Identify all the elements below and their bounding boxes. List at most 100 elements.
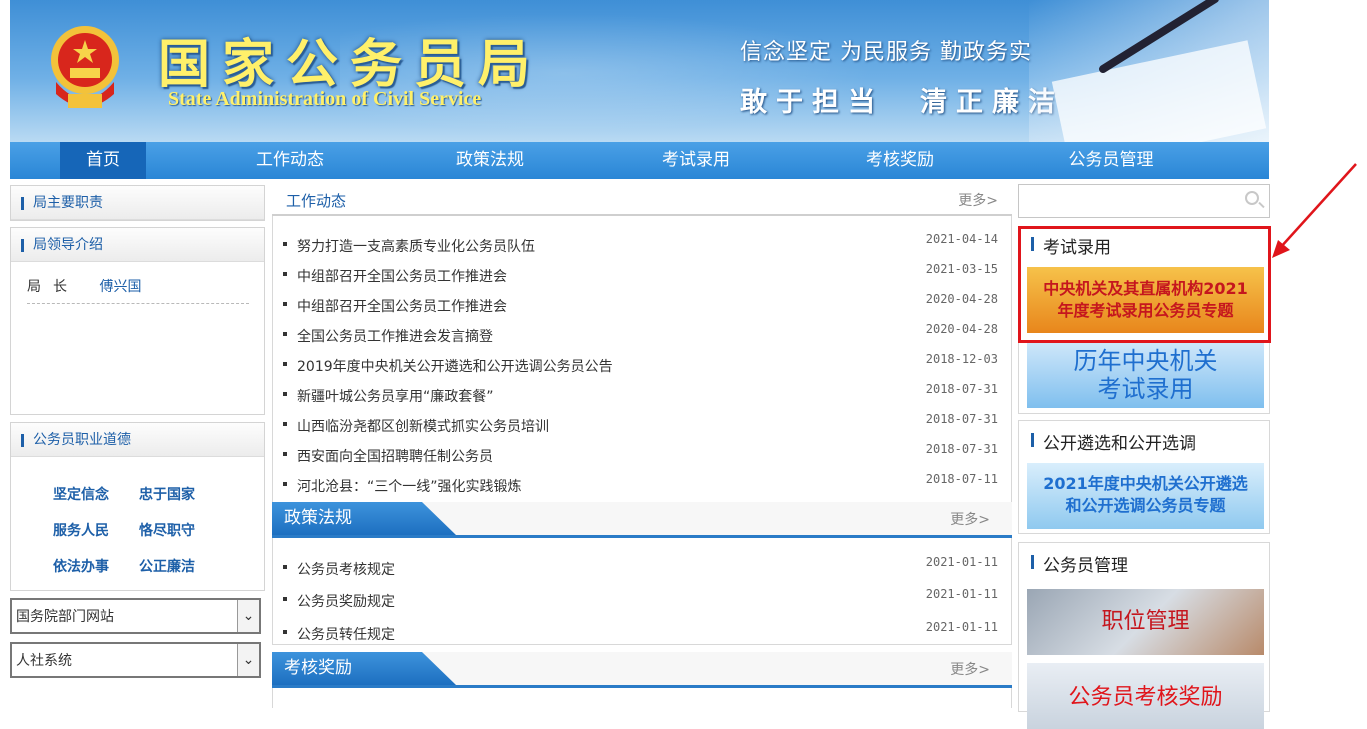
leader-row: 局长 傅兴国	[27, 276, 249, 304]
bullet-icon	[283, 362, 287, 366]
news-title[interactable]: 山西临汾尧都区创新模式抓实公务员培训	[297, 416, 549, 436]
news-title[interactable]: 2019年度中央机关公开遴选和公开选调公务员公告	[297, 356, 613, 376]
ethics-heading[interactable]: 公务员职业道德	[11, 423, 264, 457]
ministry-sites-select[interactable]: 国务院部门网站 ⌄	[10, 598, 261, 634]
bullet-icon	[283, 272, 287, 276]
list-item[interactable]: 公务员考核规定 2021-01-11	[283, 555, 1003, 581]
nav-home[interactable]: 首页	[60, 142, 146, 179]
chevron-down-icon[interactable]: ⌄	[237, 644, 259, 676]
duties-heading[interactable]: 局主要职责	[11, 186, 264, 220]
work-news-header: 工作动态 更多>	[272, 186, 1012, 216]
news-date: 2018-07-31	[925, 442, 998, 456]
assess-more-link[interactable]: 更多>	[950, 659, 990, 679]
news-date: 2018-07-31	[925, 412, 998, 426]
search-input[interactable]	[1018, 184, 1270, 218]
news-date: 2018-07-31	[925, 382, 998, 396]
nav-work-news[interactable]: 工作动态	[240, 142, 340, 179]
leaders-box: 局领导介绍 局长 傅兴国	[10, 227, 265, 415]
news-title[interactable]: 中组部召开全国公务员工作推进会	[297, 296, 507, 316]
list-item[interactable]: 西安面向全国招聘聘任制公务员 2018-07-31	[283, 442, 1003, 468]
hr-system-value: 人社系统	[16, 653, 72, 669]
search-icon[interactable]	[1245, 191, 1259, 205]
nav-policy[interactable]: 政策法规	[440, 142, 540, 179]
bullet-icon	[283, 452, 287, 456]
leader-name-link[interactable]: 傅兴国	[99, 279, 141, 295]
selection-box: 公开遴选和公开选调 2021年度中央机关公开遴选 和公开选调公务员专题	[1018, 420, 1270, 534]
hr-system-select[interactable]: 人社系统 ⌄	[10, 642, 261, 678]
news-date: 2021-04-14	[925, 232, 998, 246]
ministry-sites-value: 国务院部门网站	[16, 609, 114, 625]
bullet-icon	[283, 392, 287, 396]
list-item[interactable]: 河北沧县：“三个一线”强化实践锻炼 2018-07-11	[283, 472, 1003, 498]
management-heading[interactable]: 公务员管理	[1031, 551, 1128, 576]
selection-banner-line1: 2021年度中央机关公开遴选	[1043, 474, 1248, 493]
news-date: 2021-03-15	[925, 262, 998, 276]
bullet-icon	[283, 630, 287, 634]
writing-hand-image	[1029, 0, 1269, 142]
list-item[interactable]: 努力打造一支高素质专业化公务员队伍 2021-04-14	[283, 232, 1003, 258]
news-title[interactable]: 公务员考核规定	[297, 559, 395, 579]
past-exam-banner[interactable]: 历年中央机关 考试录用	[1027, 342, 1264, 408]
news-title[interactable]: 公务员奖励规定	[297, 591, 395, 611]
assessment-reward-banner[interactable]: 公务员考核奖励	[1027, 663, 1264, 729]
past-exam-banner-line2: 考试录用	[1097, 375, 1194, 403]
leader-position: 局长	[27, 279, 79, 295]
ethics-item: 恪尽职守	[139, 523, 195, 539]
ethics-item: 坚定信念	[53, 487, 109, 503]
news-title[interactable]: 新疆叶城公务员享用“廉政套餐”	[297, 386, 494, 406]
news-title[interactable]: 努力打造一支高素质专业化公务员队伍	[297, 236, 535, 256]
national-emblem-icon[interactable]	[48, 20, 122, 116]
nav-civil-servant-mgmt[interactable]: 公务员管理	[1056, 142, 1166, 179]
list-item[interactable]: 公务员奖励规定 2021-01-11	[283, 587, 1003, 613]
management-box: 公务员管理 职位管理 公务员考核奖励	[1018, 542, 1270, 729]
selection-heading[interactable]: 公开遴选和公开选调	[1031, 429, 1196, 454]
position-mgmt-banner[interactable]: 职位管理	[1027, 589, 1264, 655]
list-item[interactable]: 全国公务员工作推进会发言摘登 2020-04-28	[283, 322, 1003, 348]
selection-banner-line2: 和公开选调公务员专题	[1065, 496, 1226, 515]
policy-more-link[interactable]: 更多>	[950, 509, 990, 529]
red-arrow-icon	[1272, 163, 1357, 258]
list-item[interactable]: 中组部召开全国公务员工作推进会 2020-04-28	[283, 292, 1003, 318]
assess-frame	[272, 686, 1012, 708]
bullet-icon	[283, 422, 287, 426]
news-title[interactable]: 西安面向全国招聘聘任制公务员	[297, 446, 493, 466]
nav-exam[interactable]: 考试录用	[646, 142, 746, 179]
ethics-item: 服务人民	[53, 523, 109, 539]
news-date: 2018-07-11	[925, 472, 998, 486]
bullet-icon	[283, 565, 287, 569]
bullet-icon	[283, 242, 287, 246]
list-item[interactable]: 山西临汾尧都区创新模式抓实公务员培训 2018-07-31	[283, 412, 1003, 438]
policy-tab[interactable]: 政策法规	[272, 502, 456, 535]
slogan-line-1: 信念坚定 为民服务 勤政务实	[740, 40, 1032, 65]
chevron-down-icon[interactable]: ⌄	[237, 600, 259, 632]
news-title[interactable]: 全国公务员工作推进会发言摘登	[297, 326, 493, 346]
selection-2021-banner[interactable]: 2021年度中央机关公开遴选 和公开选调公务员专题	[1027, 463, 1264, 529]
main-nav: 首页 工作动态 政策法规 考试录用 考核奖励 公务员管理	[10, 142, 1269, 179]
leaders-heading[interactable]: 局领导介绍	[11, 228, 264, 262]
list-item[interactable]: 2019年度中央机关公开遴选和公开选调公务员公告 2018-12-03	[283, 352, 1003, 378]
duties-box: 局主要职责	[10, 185, 265, 221]
bullet-icon	[283, 302, 287, 306]
news-title[interactable]: 公务员转任规定	[297, 624, 395, 644]
list-item[interactable]: 中组部召开全国公务员工作推进会 2021-03-15	[283, 262, 1003, 288]
news-date: 2021-01-11	[925, 555, 998, 569]
ethics-box: 公务员职业道德 坚定信念 忠于国家 服务人民 恪尽职守 依法办事 公正廉洁	[10, 422, 265, 591]
list-item[interactable]: 公务员转任规定 2021-01-11	[283, 620, 1003, 646]
list-item[interactable]: 新疆叶城公务员享用“廉政套餐” 2018-07-31	[283, 382, 1003, 408]
slogan-line-2: 敢于担当 清正廉洁	[740, 87, 1064, 118]
news-date: 2020-04-28	[925, 292, 998, 306]
assess-tab[interactable]: 考核奖励	[272, 652, 456, 685]
news-date: 2018-12-03	[925, 352, 998, 366]
news-title[interactable]: 中组部召开全国公务员工作推进会	[297, 266, 507, 286]
bullet-icon	[283, 332, 287, 336]
nav-assessment[interactable]: 考核奖励	[850, 142, 950, 179]
work-news-more-link[interactable]: 更多>	[958, 190, 998, 210]
news-title[interactable]: 河北沧县：“三个一线”强化实践锻炼	[297, 476, 522, 496]
news-date: 2020-04-28	[925, 322, 998, 336]
news-date: 2021-01-11	[925, 620, 998, 634]
ethics-item: 公正廉洁	[139, 559, 195, 575]
ethics-item: 忠于国家	[139, 487, 195, 503]
highlight-box	[1018, 226, 1271, 343]
site-title-cn[interactable]: 国家公务员局	[158, 22, 542, 97]
work-news-title[interactable]: 工作动态	[286, 190, 346, 211]
